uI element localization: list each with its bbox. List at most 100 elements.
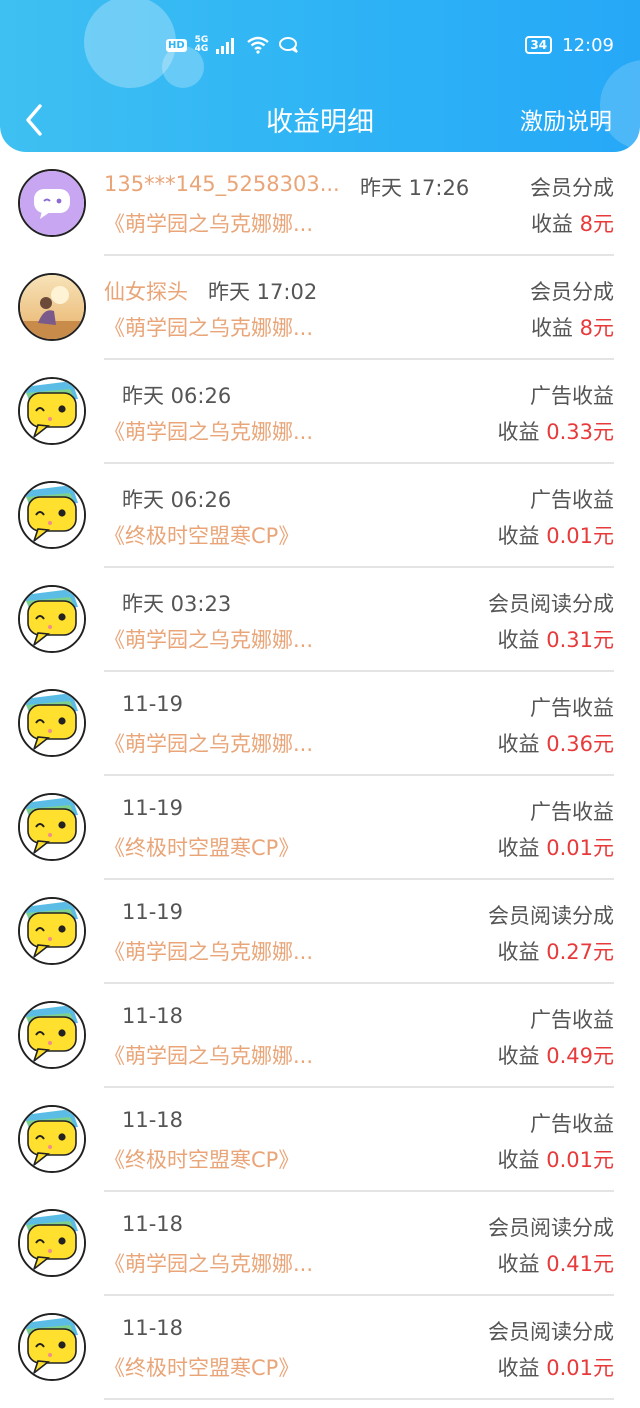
income-label: 收益 [497, 732, 540, 756]
list-item[interactable]: 135***145_5258303... 昨天 17:26 会员分成《萌学园之乌克娜… [0, 152, 640, 256]
status-bar-right: 34 12:09 [525, 30, 614, 60]
user-name: 仙女探头 [104, 280, 188, 304]
income-type: 会员阅读分成 [488, 1320, 614, 1344]
record-time: 11-18 [122, 1212, 184, 1236]
income-type: 会员阅读分成 [488, 592, 614, 616]
book-title[interactable]: 《萌学园之乌克娜娜... [104, 416, 313, 446]
list-item[interactable]: 11-18 广告收益 《终极时空盟寒CP》 收益 0.01元 [0, 1088, 640, 1192]
income-label: 收益 [497, 420, 540, 444]
incentive-help-link[interactable]: 激励说明 [520, 102, 612, 136]
income-label: 收益 [497, 1356, 540, 1380]
income-type: 会员阅读分成 [488, 904, 614, 928]
signal-icon [216, 38, 235, 54]
book-title[interactable]: 《萌学园之乌克娜娜... [104, 624, 313, 654]
status-bar-left: HD 5G 4G [166, 30, 300, 60]
record-time: 昨天 17:26 [360, 176, 470, 200]
list-item[interactable]: 昨天 06:26 广告收益《终极时空盟寒CP》 收益 0.01元 [0, 464, 640, 568]
income-line: 收益 8元 [531, 312, 614, 342]
avatar [18, 1209, 86, 1277]
book-title[interactable]: 《萌学园之乌克娜娜... [104, 208, 313, 238]
record-time: 11-18 [122, 1108, 184, 1132]
row-divider [104, 1398, 614, 1400]
list-item[interactable]: 11-18 会员阅读分成《终极时空盟寒CP》 收益 0.01元 [0, 1296, 640, 1400]
earnings-list: 135***145_5258303... 昨天 17:26 会员分成 《萌学园之乌克娜… [0, 152, 640, 1400]
income-amount: 0.27元 [546, 940, 614, 964]
book-title[interactable]: 《萌学园之乌克娜娜... [104, 312, 313, 342]
avatar [18, 585, 86, 653]
record-time: 昨天 06:26 [122, 488, 232, 512]
income-amount: 0.41元 [546, 1252, 614, 1276]
record-time: 11-19 [122, 900, 184, 924]
list-item[interactable]: 昨天 03:23 会员阅读分成《萌学园之乌克娜娜... 收益 0.31元 [0, 568, 640, 672]
income-line: 收益 0.27元 [498, 936, 614, 966]
chat-notification-icon [279, 37, 299, 53]
income-amount: 0.33元 [546, 420, 614, 444]
book-title[interactable]: 《萌学园之乌克娜娜... [104, 1040, 313, 1070]
income-amount: 0.01元 [546, 524, 614, 548]
income-amount: 8元 [579, 316, 614, 340]
avatar [18, 1001, 86, 1069]
income-line: 收益 0.49元 [498, 1040, 614, 1070]
income-line: 收益 0.01元 [498, 1144, 614, 1174]
record-time: 昨天 17:02 [208, 280, 318, 304]
income-line: 收益 8元 [531, 208, 614, 238]
list-item[interactable]: 昨天 06:26 广告收益 《萌学园之乌克娜娜... 收益 0.33元 [0, 360, 640, 464]
income-type: 会员分成 [530, 280, 614, 304]
record-time: 11-19 [122, 692, 184, 716]
income-line: 收益 0.41元 [498, 1248, 614, 1278]
income-amount: 0.01元 [546, 1356, 614, 1380]
income-label: 收益 [497, 524, 540, 548]
income-type: 会员阅读分成 [488, 1216, 614, 1240]
income-amount: 0.36元 [546, 732, 614, 756]
list-item[interactable]: 11-19 会员阅读分成《萌学园之乌克娜娜... 收益 0.27元 [0, 880, 640, 984]
income-type: 广告收益 [530, 800, 614, 824]
list-item[interactable]: 11-18 会员阅读分成《萌学园之乌克娜娜... 收益 0.41元 [0, 1192, 640, 1296]
record-time: 11-19 [122, 796, 184, 820]
income-label: 收益 [497, 940, 540, 964]
list-item[interactable]: 11-19 广告收益《终极时空盟寒CP》 收益 0.01元 [0, 776, 640, 880]
income-type: 广告收益 [530, 1008, 614, 1032]
nav-bar: 收益明细 激励说明 [0, 96, 640, 142]
book-title[interactable]: 《萌学园之乌克娜娜... [104, 728, 313, 758]
book-title[interactable]: 《萌学园之乌克娜娜... [104, 936, 313, 966]
wifi-icon [247, 36, 270, 54]
avatar [18, 897, 86, 965]
avatar [18, 377, 86, 445]
income-label: 收益 [530, 212, 573, 236]
income-type: 广告收益 [530, 696, 614, 720]
income-label: 收益 [497, 628, 540, 652]
list-item[interactable]: 11-18 广告收益 《萌学园之乌克娜娜... 收益 0.49元 [0, 984, 640, 1088]
book-title[interactable]: 《萌学园之乌克娜娜... [104, 1248, 313, 1278]
income-line: 收益 0.01元 [498, 832, 614, 862]
income-amount: 0.01元 [546, 1148, 614, 1172]
user-name: 135***145_5258303... [104, 172, 340, 196]
battery-icon: 34 [525, 36, 553, 54]
income-type: 广告收益 [530, 488, 614, 512]
decor-bubble [84, 0, 176, 88]
avatar [18, 689, 86, 757]
income-type: 会员分成 [530, 176, 614, 200]
income-amount: 0.49元 [546, 1044, 614, 1068]
list-item[interactable]: 仙女探头 昨天 17:02 会员分成《萌学园之乌克娜娜... 收益 8元 [0, 256, 640, 360]
record-time: 11-18 [122, 1316, 184, 1340]
book-title[interactable]: 《终极时空盟寒CP》 [104, 1144, 299, 1174]
book-title[interactable]: 《终极时空盟寒CP》 [104, 1352, 299, 1382]
income-amount: 0.31元 [546, 628, 614, 652]
income-label: 收益 [497, 1252, 540, 1276]
income-line: 收益 0.36元 [498, 728, 614, 758]
income-label: 收益 [497, 1044, 540, 1068]
network-indicator: 5G 4G [194, 35, 209, 54]
income-amount: 0.01元 [546, 836, 614, 860]
avatar [18, 273, 86, 341]
income-line: 收益 0.33元 [498, 416, 614, 446]
book-title[interactable]: 《终极时空盟寒CP》 [104, 520, 299, 550]
avatar [18, 169, 86, 237]
book-title[interactable]: 《终极时空盟寒CP》 [104, 832, 299, 862]
record-time: 昨天 03:23 [122, 592, 232, 616]
avatar [18, 1105, 86, 1173]
income-label: 收益 [497, 1148, 540, 1172]
list-item[interactable]: 11-19 广告收益《萌学园之乌克娜娜... 收益 0.36元 [0, 672, 640, 776]
income-type: 广告收益 [530, 384, 614, 408]
income-line: 收益 0.01元 [498, 1352, 614, 1382]
avatar [18, 793, 86, 861]
